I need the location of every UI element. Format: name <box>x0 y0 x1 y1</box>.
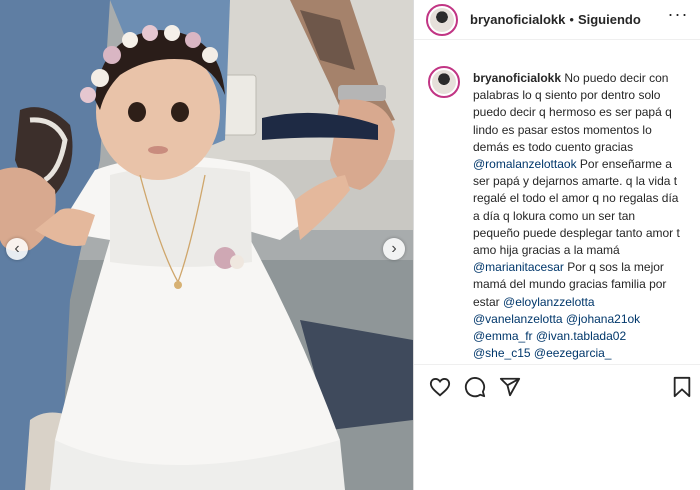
post-photo[interactable]: ‹ › <box>0 0 413 490</box>
share-icon[interactable] <box>499 376 521 398</box>
mention-link[interactable]: @johana21ok <box>566 312 640 326</box>
mention-link[interactable]: @marianitacesar <box>473 260 564 274</box>
mention-link[interactable]: @eezegarcia_ <box>534 346 612 360</box>
next-photo-button[interactable]: › <box>383 238 405 260</box>
caption-scroll-area[interactable]: bryanoficialokk No puedo decir con palab… <box>414 52 700 364</box>
caption-avatar-image <box>432 70 456 94</box>
mention-link[interactable]: @vanelanzelotta <box>473 312 563 326</box>
caption-username-link[interactable]: bryanoficialokk <box>473 71 561 85</box>
post-side-panel: bryanoficialokk • Siguiendo ··· bryanofi… <box>413 0 700 490</box>
previous-photo-button[interactable]: ‹ <box>6 238 28 260</box>
bookmark-icon[interactable] <box>671 376 693 398</box>
caption-row: bryanoficialokk No puedo decir con palab… <box>428 52 685 364</box>
comment-icon[interactable] <box>464 376 486 398</box>
mention-link[interactable]: @emma_fr <box>473 329 533 343</box>
avatar-image <box>430 7 454 32</box>
heart-icon[interactable] <box>429 376 451 398</box>
caption-avatar[interactable] <box>428 66 460 98</box>
post-image <box>0 0 413 490</box>
mention-link[interactable]: @eloylanzzelotta <box>503 295 595 309</box>
post-header: bryanoficialokk • Siguiendo ··· <box>414 0 700 40</box>
more-options-icon[interactable]: ··· <box>666 4 690 28</box>
caption-text-segment: Por enseñarme a ser papá y dejarnos amar… <box>473 157 680 258</box>
action-bar <box>414 364 700 408</box>
avatar[interactable] <box>426 3 458 36</box>
caption-text: bryanoficialokk No puedo decir con palab… <box>473 70 685 364</box>
following-button[interactable]: Siguiendo <box>578 12 641 27</box>
chevron-right-icon: › <box>391 240 397 257</box>
chevron-left-icon: ‹ <box>14 240 20 257</box>
mention-link[interactable]: @ivan.tablada02 <box>536 329 626 343</box>
mention-link[interactable]: @she_c15 <box>473 346 531 360</box>
mention-link[interactable]: @romalanzelottaok <box>473 157 577 171</box>
header-separator: • <box>569 12 574 27</box>
caption-body: No puedo decir con palabras lo q siento … <box>473 71 680 364</box>
header-username-link[interactable]: bryanoficialokk <box>470 12 565 27</box>
